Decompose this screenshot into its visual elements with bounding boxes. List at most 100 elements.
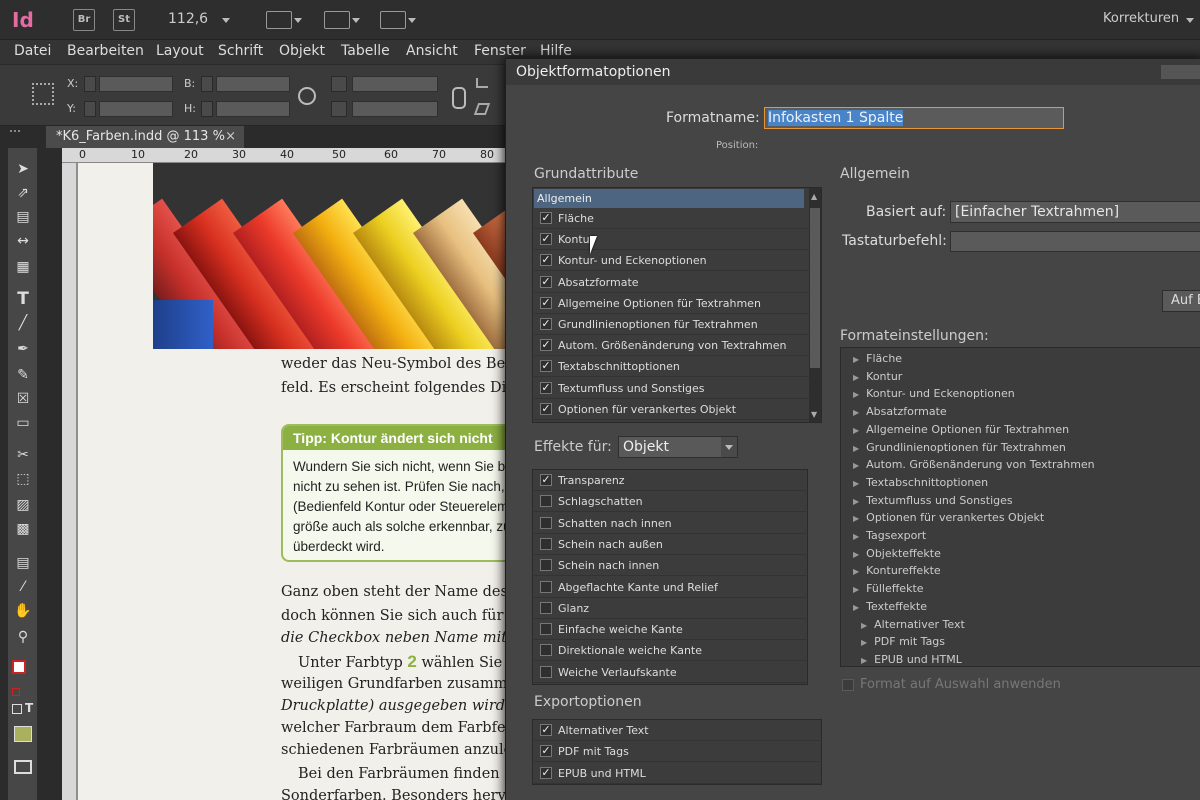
style-settings-item[interactable]: Absatzformate — [853, 405, 947, 418]
close-icon[interactable]: × — [225, 126, 236, 148]
basic-attributes-selected-row[interactable]: Allgemein — [534, 189, 804, 208]
y-stepper[interactable] — [84, 101, 96, 117]
dialog-title-controls[interactable] — [1161, 65, 1200, 79]
chevron-down-icon[interactable] — [721, 437, 737, 457]
width-stepper[interactable] — [201, 76, 213, 92]
checkbox[interactable] — [540, 537, 552, 550]
horizontal-ruler[interactable]: 0 10 20 30 40 50 60 70 80 — [62, 148, 510, 163]
zoom-level[interactable]: 112,6 — [168, 11, 208, 27]
body-text-line[interactable]: schiedenen Farbräumen anzulege — [281, 742, 530, 758]
menu-tabelle[interactable]: Tabelle — [341, 43, 390, 59]
style-settings-item[interactable]: Texteffekte — [853, 600, 927, 613]
basic-attribute-row[interactable]: Autom. Größenänderung von Textrahmen — [534, 335, 810, 357]
format-name-input[interactable]: Infokasten 1 Spalte — [764, 107, 1064, 129]
checkbox[interactable] — [540, 495, 552, 508]
style-settings-item[interactable]: Optionen für verankertes Objekt — [853, 511, 1044, 524]
style-settings-item[interactable]: Kontur — [853, 370, 902, 383]
page-tool-icon[interactable]: ▤ — [11, 206, 35, 228]
scale-x-field[interactable] — [352, 76, 438, 92]
selection-tool-icon[interactable]: ➤ — [11, 158, 35, 180]
menu-hilfe[interactable]: Hilfe — [540, 43, 572, 59]
body-text-line[interactable]: Druckplatte) ausgegeben wird. U — [281, 698, 527, 714]
checkbox[interactable] — [540, 580, 552, 593]
default-colors-icon[interactable] — [12, 688, 20, 696]
style-settings-item[interactable]: Kontur- und Eckenoptionen — [853, 387, 1015, 400]
pen-tool-icon[interactable]: ✒ — [11, 338, 35, 360]
height-stepper[interactable] — [201, 101, 213, 117]
zoom-dropdown-icon[interactable] — [222, 18, 230, 23]
workspace-dropdown-icon[interactable] — [1186, 18, 1194, 23]
export-option-row[interactable]: PDF mit Tags — [534, 741, 820, 763]
export-options-list[interactable]: Alternativer Text PDF mit Tags EPUB und HT… — [532, 719, 822, 785]
zoom-tool-icon[interactable]: ⚲ — [11, 626, 35, 648]
scroll-down-icon[interactable]: ▼ — [811, 410, 817, 419]
constrain-proportions-icon[interactable] — [298, 87, 316, 105]
screen-mode-button[interactable] — [324, 11, 350, 29]
checkbox[interactable] — [540, 212, 552, 224]
bridge-button[interactable]: Br — [73, 9, 95, 31]
format-text-icon[interactable]: T — [25, 701, 33, 715]
style-settings-item[interactable]: Allgemeine Optionen für Textrahmen — [853, 423, 1069, 436]
export-option-row[interactable]: EPUB und HTML — [534, 763, 820, 784]
menu-ansicht[interactable]: Ansicht — [406, 43, 458, 59]
apply-to-selection-checkbox[interactable] — [842, 679, 854, 691]
checkbox[interactable] — [540, 318, 552, 330]
style-settings-item[interactable]: Tagsexport — [853, 529, 926, 542]
body-text-line[interactable]: weder das Neu-Symbol des Bedien — [281, 356, 537, 372]
y-field[interactable] — [99, 101, 173, 117]
menu-objekt[interactable]: Objekt — [279, 43, 325, 59]
x-field[interactable] — [99, 76, 173, 92]
style-settings-item[interactable]: Fläche — [853, 352, 902, 365]
pencil-tool-icon[interactable]: ✎ — [11, 364, 35, 386]
effect-row[interactable]: Schein nach innen — [534, 555, 806, 577]
effect-row[interactable]: Schatten nach innen — [534, 513, 806, 534]
scissors-tool-icon[interactable]: ✂ — [11, 444, 35, 466]
basic-attributes-scrollbar[interactable]: ▲ ▼ — [809, 188, 821, 422]
chevron-down-icon[interactable] — [294, 18, 302, 23]
effect-row[interactable]: Schlagschatten — [534, 491, 806, 513]
style-settings-item[interactable]: Alternativer Text — [861, 618, 965, 631]
arrange-documents-button[interactable] — [380, 11, 406, 29]
dialog-title[interactable]: Objektformatoptionen — [506, 59, 1200, 85]
checkbox[interactable] — [540, 665, 552, 678]
checkbox[interactable] — [540, 474, 552, 486]
menu-schrift[interactable]: Schrift — [218, 43, 263, 59]
effect-row[interactable]: Einfache weiche Kante — [534, 619, 806, 641]
body-text-line[interactable]: doch können Sie sich auch für ein — [281, 608, 531, 624]
effects-list[interactable]: Transparenz Schlagschatten Schatten nach i… — [532, 469, 808, 685]
checkbox[interactable] — [540, 254, 552, 267]
gradient-swatch-tool-icon[interactable]: ▨ — [11, 494, 35, 516]
body-text-line[interactable]: Sonderfarben. Besonders hervorz — [281, 788, 529, 800]
line-tool-icon[interactable]: ╱ — [11, 312, 35, 334]
basic-attribute-row[interactable]: Allgemeine Optionen für Textrahmen — [534, 293, 810, 314]
basic-attributes-list[interactable]: Allgemein Fläche Kontur Kontur- und Eckeno… — [532, 187, 822, 423]
shortcut-input[interactable] — [950, 231, 1200, 252]
direct-selection-tool-icon[interactable]: ⇗ — [11, 182, 35, 204]
checkbox[interactable] — [540, 360, 552, 373]
checkbox[interactable] — [540, 601, 552, 614]
stock-button[interactable]: St — [113, 9, 135, 31]
style-settings-item[interactable]: EPUB und HTML — [861, 653, 962, 666]
rectangle-frame-tool-icon[interactable]: ☒ — [11, 388, 35, 410]
style-settings-item[interactable]: Autom. Größenänderung von Textrahmen — [853, 458, 1095, 471]
checkbox[interactable] — [540, 766, 552, 779]
basic-attribute-row[interactable]: Textabschnittoptionen — [534, 356, 810, 378]
rectangle-tool-icon[interactable]: ▭ — [11, 412, 35, 434]
style-settings-item[interactable]: Textumfluss und Sonstiges — [853, 494, 1012, 507]
checkbox[interactable] — [540, 296, 552, 309]
checkbox[interactable] — [540, 275, 552, 288]
checkbox[interactable] — [540, 745, 552, 758]
style-settings-item[interactable]: Kontureffekte — [853, 564, 941, 577]
checkbox[interactable] — [540, 644, 552, 657]
height-field[interactable] — [216, 101, 290, 117]
rotate-icon[interactable] — [476, 78, 488, 88]
gap-tool-icon[interactable]: ↔ — [11, 230, 35, 252]
checkbox[interactable] — [540, 381, 552, 394]
reset-to-base-button[interactable]: Auf B — [1162, 290, 1200, 312]
basic-attribute-row[interactable]: Grundlinienoptionen für Textrahmen — [534, 314, 810, 335]
based-on-dropdown[interactable]: [Einfacher Textrahmen] — [950, 201, 1200, 223]
x-stepper[interactable] — [84, 76, 96, 92]
style-settings-item[interactable]: Grundlinienoptionen für Textrahmen — [853, 441, 1066, 454]
chevron-down-icon[interactable] — [352, 18, 360, 23]
menu-bearbeiten[interactable]: Bearbeiten — [67, 43, 144, 59]
